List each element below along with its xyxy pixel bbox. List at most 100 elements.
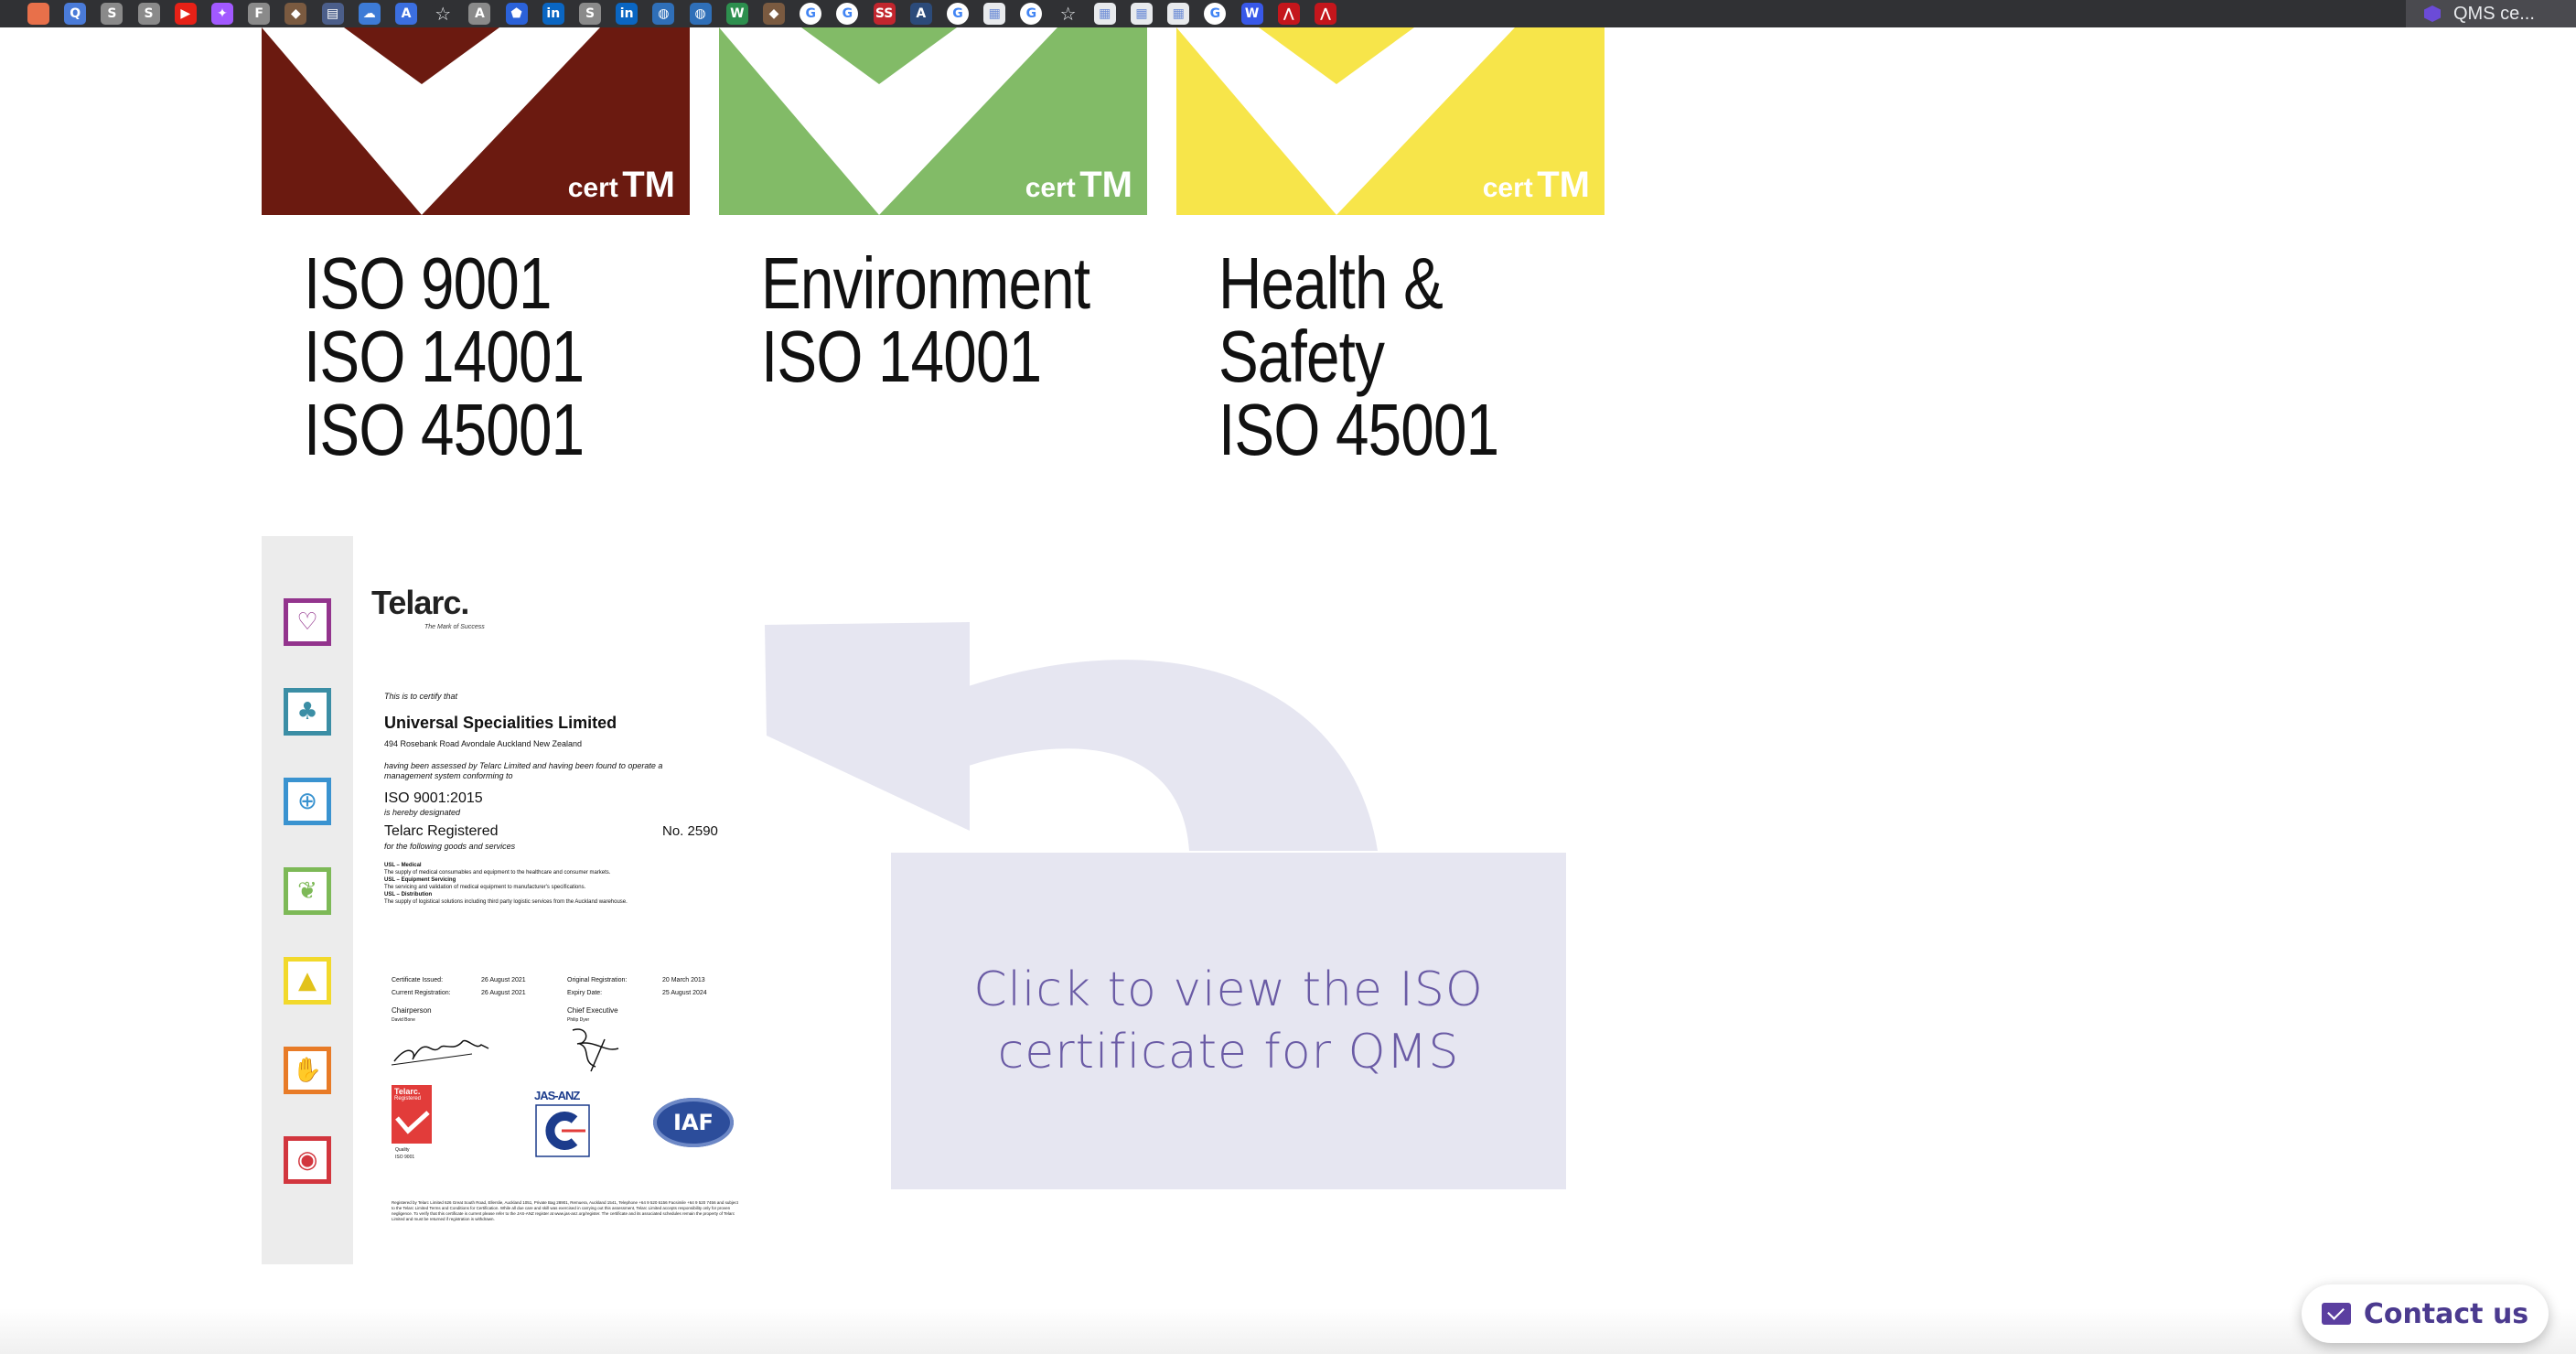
chairperson-name: David Bone xyxy=(392,1017,415,1023)
cert-label-3: Health & Safety ISO 45001 xyxy=(1218,242,1499,470)
bookmark-multicolor-icon[interactable] xyxy=(27,3,49,25)
jasanz-mark xyxy=(535,1104,590,1157)
cert-label-line: Health & xyxy=(1218,242,1444,324)
cert-label-line: ISO 14001 xyxy=(304,316,585,397)
quality-text: Quality xyxy=(395,1147,410,1153)
cert-label-2: Environment ISO 14001 xyxy=(761,242,1090,397)
cta-line-2: certificate for QMS xyxy=(997,1025,1460,1080)
certificate-side-strip: ♡ ♣ ⊕ ❦ ▲ ✋ ◉ xyxy=(262,536,353,1264)
company-name: Universal Specialities Limited xyxy=(384,714,617,732)
quality-standard-text: ISO 9001 xyxy=(395,1155,415,1160)
leaf-icon: ❦ xyxy=(284,867,331,915)
bookmark-site-icon[interactable]: ◆ xyxy=(284,3,307,25)
cert-label-line: ISO 45001 xyxy=(1218,389,1499,470)
bookmark-a-icon[interactable]: A xyxy=(468,3,491,25)
medical-cross-icon: ⊕ xyxy=(284,778,331,825)
cta-line-1: Click to view the ISO xyxy=(973,962,1484,1017)
cert-logo-1[interactable]: cert TM xyxy=(262,27,690,215)
bookmark-linkedin-icon[interactable]: in xyxy=(542,3,564,25)
bookmark-site-icon[interactable]: ◆ xyxy=(763,3,785,25)
tree-icon: ♣ xyxy=(284,688,331,736)
cert-logo-2[interactable]: cert TM xyxy=(719,27,1147,215)
issued-date: 26 August 2021 xyxy=(481,977,526,983)
bookmark-globe-icon[interactable]: ◍ xyxy=(652,3,675,25)
iaf-logo: IAF xyxy=(653,1098,734,1147)
bookmark-doc-icon[interactable]: ▦ xyxy=(1093,3,1116,25)
cert-label-1: ISO 9001 ISO 14001 ISO 45001 xyxy=(304,242,585,470)
browser-tab[interactable]: QMS ce... xyxy=(2406,0,2576,27)
cert-label-line: Safety xyxy=(1218,316,1385,397)
original-date: 20 March 2013 xyxy=(662,977,705,983)
executive-signature xyxy=(572,1028,619,1072)
cert-label-line: ISO 9001 xyxy=(304,242,552,324)
registered-text: Telarc Registered xyxy=(384,823,499,839)
bookmark-doc-icon[interactable]: ▦ xyxy=(983,3,1006,25)
bookmark-a-logo-icon[interactable]: A xyxy=(395,3,417,25)
bookmark-f-icon[interactable]: F xyxy=(248,3,271,25)
bookmark-shield-icon[interactable]: ⬟ xyxy=(505,3,528,25)
expiry-date: 25 August 2024 xyxy=(662,990,707,996)
company-address: 494 Rosebank Road Avondale Auckland New … xyxy=(384,739,582,748)
cert-label-line: ISO 45001 xyxy=(304,389,585,470)
bookmark-google-icon[interactable]: G xyxy=(800,3,822,25)
bookmark-s-icon[interactable]: S xyxy=(137,3,160,25)
bookmark-acrobat-icon[interactable]: ⋀ xyxy=(1277,3,1300,25)
bookmark-s-icon[interactable]: S xyxy=(101,3,123,25)
iso-standard: ISO 9001:2015 xyxy=(384,790,483,806)
executive-label: Chief Executive xyxy=(567,1006,618,1015)
bookmark-w-icon[interactable]: W xyxy=(725,3,748,25)
bookmark-google-icon[interactable]: G xyxy=(1204,3,1227,25)
view-certificate-button[interactable]: Click to view the ISO certificate for QM… xyxy=(891,853,1566,1189)
contact-us-button[interactable]: Contact us xyxy=(2302,1284,2549,1343)
bookmark-google-icon[interactable]: G xyxy=(947,3,969,25)
designated-text: is hereby designated xyxy=(384,808,461,817)
tower-icon: ▲ xyxy=(284,957,331,1005)
chairperson-signature xyxy=(391,1039,489,1066)
bookmark-doc-icon[interactable]: ▦ xyxy=(1131,3,1153,25)
bookmark-star-icon[interactable]: ☆ xyxy=(1057,3,1079,25)
bookmark-wordpress-icon[interactable]: W xyxy=(1240,3,1263,25)
goods-text: for the following goods and services xyxy=(384,842,516,851)
bookmark-doc-icon[interactable]: ▦ xyxy=(1167,3,1190,25)
cert-tm-text: cert TM xyxy=(567,165,675,205)
bookmark-s-icon[interactable]: S xyxy=(579,3,601,25)
bookmark-cloud-icon[interactable]: ☁ xyxy=(358,3,381,25)
bookmark-google-icon[interactable]: G xyxy=(836,3,859,25)
tab-favicon-icon xyxy=(2424,5,2441,22)
telarc-tagline: The Mark of Success xyxy=(424,624,485,630)
bookmark-a-circle-icon[interactable]: A xyxy=(909,3,932,25)
cert-logo-3[interactable]: cert TM xyxy=(1176,27,1605,215)
bookmark-linkedin-icon[interactable]: in xyxy=(616,3,639,25)
current-label: Current Registration: xyxy=(392,990,451,996)
assessed-text: having been assessed by Telarc Limited a… xyxy=(384,761,663,770)
certify-intro: This is to certify that xyxy=(384,692,458,701)
award-icon: ◉ xyxy=(284,1136,331,1184)
telarc-registered-badge: Telarc. Registered xyxy=(392,1085,432,1144)
cert-label-line: Environment xyxy=(761,242,1090,324)
bookmark-search-icon[interactable]: Q xyxy=(64,3,87,25)
assessed-text-2: management system conforming to xyxy=(384,771,513,780)
original-label: Original Registration: xyxy=(567,977,628,983)
cert-tm-text: cert TM xyxy=(1482,165,1590,205)
bookmark-ss-icon[interactable]: SS xyxy=(873,3,896,25)
jasanz-logo: JAS-ANZ xyxy=(534,1089,580,1102)
bookmark-globe-icon[interactable]: ◍ xyxy=(689,3,712,25)
telarc-logo: Telarc. xyxy=(371,584,469,621)
tab-title: QMS ce... xyxy=(2453,3,2535,24)
footer-strip xyxy=(0,1308,2576,1354)
bookmark-star-icon[interactable]: ☆ xyxy=(432,3,455,25)
bookmark-calendar-icon[interactable]: ▤ xyxy=(321,3,344,25)
current-date: 26 August 2021 xyxy=(481,990,526,996)
hand-icon: ✋ xyxy=(284,1047,331,1094)
envelope-icon xyxy=(2321,1303,2351,1325)
cert-label-line: ISO 14001 xyxy=(761,316,1042,397)
heart-icon: ♡ xyxy=(284,598,331,646)
issued-label: Certificate Issued: xyxy=(392,977,444,983)
cert-tm-text: cert TM xyxy=(1025,165,1132,205)
expiry-label: Expiry Date: xyxy=(567,990,603,996)
bookmark-acrobat-icon[interactable]: ⋀ xyxy=(1315,3,1336,25)
bookmark-figma-icon[interactable]: ✦ xyxy=(211,3,233,25)
chairperson-label: Chairperson xyxy=(392,1006,432,1015)
bookmark-youtube-icon[interactable]: ▶ xyxy=(174,3,197,25)
bookmark-google-icon[interactable]: G xyxy=(1020,3,1043,25)
